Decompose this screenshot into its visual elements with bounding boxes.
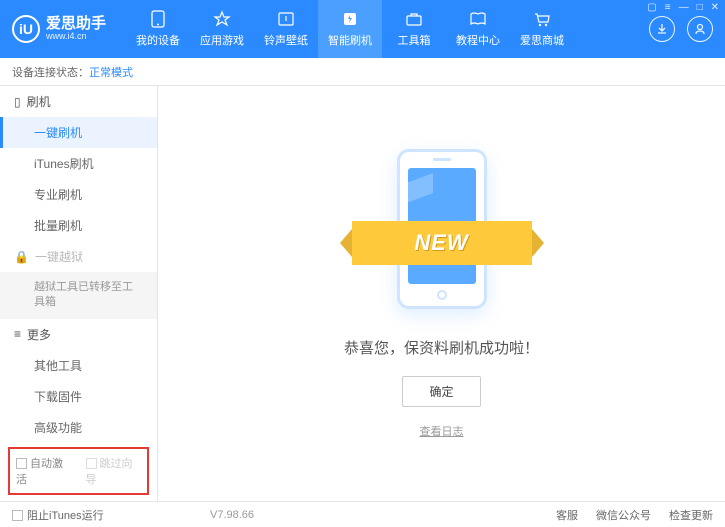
music-icon: [276, 10, 296, 28]
nav-label: 我的设备: [136, 32, 180, 48]
app-url: www.i4.cn: [46, 32, 106, 42]
apps-icon: [212, 10, 232, 28]
more-icon: ≡: [14, 327, 21, 341]
sidebar-item-other[interactable]: 其他工具: [0, 350, 157, 381]
phone-icon: [148, 10, 168, 28]
nav-label: 智能刷机: [328, 32, 372, 48]
nav-label: 应用游戏: [200, 32, 244, 48]
book-icon: [468, 10, 488, 28]
nav-ringtones[interactable]: 铃声壁纸: [254, 0, 318, 58]
sidebar-item-advanced[interactable]: 高级功能: [0, 412, 157, 443]
download-button[interactable]: [649, 16, 675, 42]
view-log-link[interactable]: 查看日志: [420, 423, 464, 439]
menu-icon[interactable]: ≡: [665, 2, 671, 13]
app-header: iU 爱思助手 www.i4.cn 我的设备 应用游戏 铃声壁纸 智能刷机 工具…: [0, 0, 725, 58]
nav-tabs: 我的设备 应用游戏 铃声壁纸 智能刷机 工具箱 教程中心 爱思商城: [126, 0, 574, 58]
sidebar: ▯ 刷机 一键刷机 iTunes刷机 专业刷机 批量刷机 🔒 一键越狱 越狱工具…: [0, 86, 158, 501]
sidebar-jailbreak-note: 越狱工具已转移至工具箱: [0, 272, 157, 319]
checkbox-auto-activate[interactable]: 自动激活: [16, 455, 72, 487]
sidebar-item-pro[interactable]: 专业刷机: [0, 179, 157, 210]
close-icon[interactable]: ✕: [711, 2, 719, 13]
skin-icon[interactable]: ▢: [647, 2, 656, 13]
nav-apps[interactable]: 应用游戏: [190, 0, 254, 58]
status-prefix: 设备连接状态：: [12, 64, 89, 80]
success-illustration: NEW: [342, 149, 542, 319]
lock-icon: 🔒: [14, 250, 29, 264]
nav-flash[interactable]: 智能刷机: [318, 0, 382, 58]
sidebar-item-download[interactable]: 下载固件: [0, 381, 157, 412]
user-button[interactable]: [687, 16, 713, 42]
status-mode: 正常模式: [89, 64, 133, 80]
footer-link-wechat[interactable]: 微信公众号: [596, 507, 651, 523]
maximize-icon[interactable]: □: [697, 2, 703, 13]
nav-store[interactable]: 爱思商城: [510, 0, 574, 58]
ribbon-text: NEW: [414, 230, 468, 256]
ok-button[interactable]: 确定: [402, 376, 480, 407]
sidebar-head-more[interactable]: ≡ 更多: [0, 319, 157, 350]
main-content: NEW 恭喜您，保资料刷机成功啦！ 确定 查看日志: [158, 86, 725, 501]
sidebar-item-itunes[interactable]: iTunes刷机: [0, 148, 157, 179]
nav-label: 爱思商城: [520, 32, 564, 48]
footer-link-update[interactable]: 检查更新: [669, 507, 713, 523]
checkbox-skip-guide: 跳过向导: [86, 455, 142, 487]
checkbox-block-itunes[interactable]: 阻止iTunes运行: [12, 507, 104, 523]
footer: 阻止iTunes运行 V7.98.66 客服 微信公众号 检查更新: [0, 501, 725, 527]
sidebar-head-flash[interactable]: ▯ 刷机: [0, 86, 157, 117]
sidebar-head-jailbreak: 🔒 一键越狱: [0, 241, 157, 272]
logo-icon: iU: [12, 15, 40, 43]
flash-icon: [340, 10, 360, 28]
cart-icon: [532, 10, 552, 28]
window-controls: ▢ ≡ — □ ✕: [647, 2, 719, 13]
sidebar-item-oneclick[interactable]: 一键刷机: [0, 117, 157, 148]
minimize-icon[interactable]: —: [679, 2, 689, 13]
nav-toolbox[interactable]: 工具箱: [382, 0, 446, 58]
version-label: V7.98.66: [210, 509, 254, 521]
status-bar: 设备连接状态： 正常模式: [0, 58, 725, 86]
success-message: 恭喜您，保资料刷机成功啦！: [344, 337, 539, 358]
footer-link-support[interactable]: 客服: [556, 507, 578, 523]
sidebar-item-batch[interactable]: 批量刷机: [0, 210, 157, 241]
nav-label: 工具箱: [398, 32, 431, 48]
phone-arrow-icon: ▯: [14, 95, 21, 109]
nav-my-device[interactable]: 我的设备: [126, 0, 190, 58]
app-title: 爱思助手: [46, 16, 106, 33]
nav-tutorials[interactable]: 教程中心: [446, 0, 510, 58]
options-highlight-box: 自动激活 跳过向导: [8, 447, 149, 495]
nav-label: 铃声壁纸: [264, 32, 308, 48]
app-logo: iU 爱思助手 www.i4.cn: [12, 15, 106, 43]
toolbox-icon: [404, 10, 424, 28]
nav-label: 教程中心: [456, 32, 500, 48]
